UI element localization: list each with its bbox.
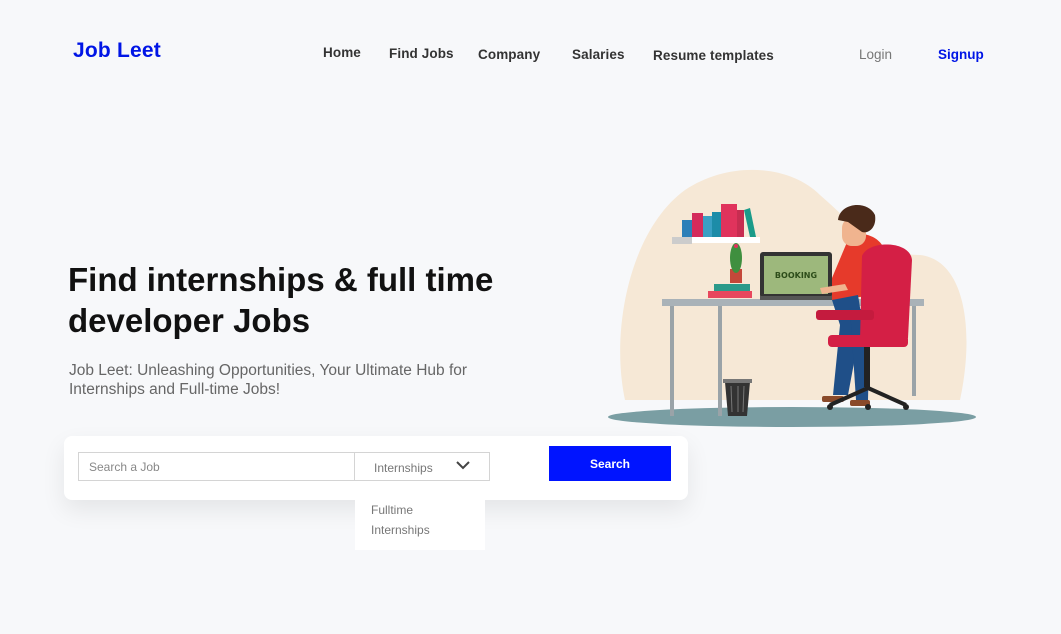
- nav-salaries[interactable]: Salaries: [572, 47, 625, 62]
- job-type-dropdown: Fulltime Internships: [355, 497, 485, 550]
- job-type-select[interactable]: Internships: [354, 452, 490, 481]
- cactus-icon: [730, 243, 742, 283]
- hero-title: Find internships & full time developer J…: [68, 261, 494, 339]
- nav-find-jobs[interactable]: Find Jobs: [389, 46, 454, 61]
- floor-shadow: [608, 407, 976, 427]
- search-button[interactable]: Search: [549, 446, 671, 481]
- option-fulltime[interactable]: Fulltime: [371, 503, 413, 517]
- hero-subtitle: Job Leet: Unleashing Opportunities, Your…: [69, 362, 468, 398]
- option-internships[interactable]: Internships: [371, 523, 430, 537]
- nav-resume-templates[interactable]: Resume templates: [653, 48, 774, 63]
- job-type-selected: Internships: [374, 461, 433, 475]
- hero-illustration: BOOKING: [608, 169, 976, 427]
- laptop-screen-text: BOOKING: [775, 271, 817, 280]
- search-input[interactable]: [78, 452, 355, 481]
- login-link[interactable]: Login: [859, 47, 892, 62]
- nav-home[interactable]: Home: [323, 45, 361, 60]
- signup-link[interactable]: Signup: [938, 47, 984, 62]
- chevron-down-icon: [456, 461, 470, 470]
- nav-company[interactable]: Company: [478, 47, 540, 62]
- search-card: Internships Search: [64, 436, 688, 500]
- site-logo[interactable]: Job Leet: [73, 39, 161, 63]
